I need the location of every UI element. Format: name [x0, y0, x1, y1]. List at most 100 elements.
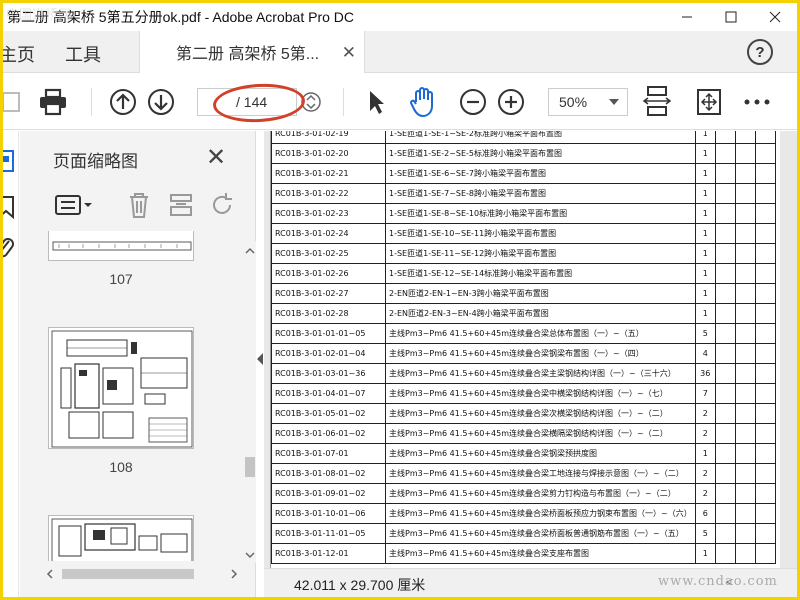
page-stepper-icon[interactable]: [295, 86, 327, 118]
full-screen-icon[interactable]: [693, 86, 725, 118]
drawing-title-cell: 主线Pm3~Pm6 41.5+60+45m连续叠合梁支座布置图: [385, 543, 696, 564]
table-row: RC01B-3-01-02-19 1-SE匝道1-SE-1~SE-2标准跨小箱梁平…: [271, 131, 776, 144]
empty-cell: [734, 283, 756, 304]
minimize-button[interactable]: [665, 3, 709, 31]
zoom-in-icon[interactable]: [495, 86, 527, 118]
thumbnail-scrollbar[interactable]: [244, 241, 256, 563]
page-total: / 144: [236, 94, 268, 110]
drawing-number-cell: RC01B-3-01-09-01~02: [271, 483, 386, 504]
empty-cell: [734, 243, 756, 264]
sheet-count-cell: 2: [694, 423, 716, 444]
extract-page-icon[interactable]: [168, 191, 194, 224]
page-number-input[interactable]: [202, 92, 232, 112]
document-tab[interactable]: 第二册 高架桥 5第... ✕: [139, 31, 365, 73]
drawing-title-cell: 2-EN匝道2-EN-3~EN-4跨小箱梁平面布置图: [385, 303, 696, 324]
thumbnail-options-icon[interactable]: [54, 193, 94, 222]
empty-cell: [754, 163, 776, 184]
sheet-count-cell: 36: [694, 363, 716, 384]
drawing-title-cell: 1-SE匝道1-SE-10~SE-11跨小箱梁平面布置图: [385, 223, 696, 244]
sheet-count-cell: 1: [694, 443, 716, 464]
toolbar-separator: [91, 88, 92, 116]
empty-cell: [714, 283, 736, 304]
table-row: RC01B-3-01-02-24 1-SE匝道1-SE-10~SE-11跨小箱梁平…: [271, 223, 776, 244]
sheet-count-cell: 5: [694, 523, 716, 544]
drawing-title-cell: 主线Pm3~Pm6 41.5+60+45m连续叠合梁次横梁钢结构详图（一）~（二…: [385, 403, 696, 424]
empty-cell: [734, 263, 756, 284]
zoom-value: 50%: [559, 94, 588, 110]
drawing-number-cell: RC01B-3-01-03-01~36: [271, 363, 386, 384]
thumbnail-label: 107: [109, 271, 133, 287]
main-toolbar: / 144 50%: [0, 74, 797, 130]
fit-width-icon[interactable]: [641, 86, 673, 118]
empty-cell: [714, 183, 736, 204]
rotate-page-icon[interactable]: [210, 191, 236, 224]
nav-home[interactable]: 主页: [0, 41, 35, 67]
drawing-number-cell: RC01B-3-01-12-01: [271, 543, 386, 564]
bookmark-icon[interactable]: [0, 195, 15, 224]
close-panel-icon[interactable]: ✕: [206, 143, 226, 172]
drawing-number-cell: RC01B-3-01-02-21: [271, 163, 386, 184]
page-number-box: / 144: [197, 88, 297, 116]
zoom-out-icon[interactable]: [457, 86, 489, 118]
thumbnail-horizontal-scrollbar[interactable]: [40, 567, 244, 581]
drawing-index-table: RC01B-3-01-02-19 1-SE匝道1-SE-1~SE-2标准跨小箱梁平…: [271, 131, 776, 564]
scrollbar-thumb[interactable]: [245, 457, 255, 477]
next-page-icon[interactable]: [145, 86, 177, 118]
table-row: RC01B-3-01-06-01~02 主线Pm3~Pm6 41.5+60+45m…: [271, 423, 776, 444]
drawing-title-cell: 主线Pm3~Pm6 41.5+60+45m连续叠合梁剪力钉构造与布置图（一）~（…: [385, 483, 696, 504]
maximize-button[interactable]: [709, 3, 753, 31]
table-row: RC01B-3-01-11-01~05 主线Pm3~Pm6 41.5+60+45m…: [271, 523, 776, 544]
empty-cell: [734, 403, 756, 424]
save-icon[interactable]: [0, 86, 27, 118]
page-thumbnail[interactable]: [48, 231, 194, 261]
attachment-icon[interactable]: [0, 235, 15, 266]
collapse-panel-arrow-icon[interactable]: [256, 352, 264, 366]
empty-cell: [714, 323, 736, 344]
horizontal-scrollbar-thumb[interactable]: [62, 569, 194, 579]
zoom-dropdown[interactable]: 50%: [548, 88, 628, 116]
empty-cell: [714, 383, 736, 404]
previous-page-icon[interactable]: [107, 86, 139, 118]
drawing-title-cell: 2-EN匝道2-EN-1~EN-3跨小箱梁平面布置图: [385, 283, 696, 304]
help-button[interactable]: ?: [747, 39, 773, 65]
drawing-number-cell: RC01B-3-01-02-22: [271, 183, 386, 204]
minimize-icon: [682, 16, 692, 18]
table-row: RC01B-3-01-10-01~06 主线Pm3~Pm6 41.5+60+45m…: [271, 503, 776, 524]
empty-cell: [734, 463, 756, 484]
drawing-title-cell: 主线Pm3~Pm6 41.5+60+45m连续叠合梁中横梁钢结构详图（一）~（七…: [385, 383, 696, 404]
thumbnail-label: 108: [109, 459, 133, 475]
page-thumbnails-icon[interactable]: [0, 149, 15, 178]
drawing-title-cell: 主线Pm3~Pm6 41.5+60+45m连续叠合梁钢梁预拱度图: [385, 443, 696, 464]
drawing-title-cell: 1-SE匝道1-SE-8~SE-10标准跨小箱梁平面布置图: [385, 203, 696, 224]
empty-cell: [734, 131, 756, 144]
hand-tool-icon[interactable]: [407, 86, 439, 118]
chevron-down-icon: [609, 99, 619, 105]
close-window-button[interactable]: [753, 3, 797, 31]
empty-cell: [754, 503, 776, 524]
drawing-number-cell: RC01B-3-01-07-01: [271, 443, 386, 464]
drawing-number-cell: RC01B-3-01-02-19: [271, 131, 386, 144]
empty-cell: [714, 263, 736, 284]
empty-cell: [734, 303, 756, 324]
drawing-title-cell: 主线Pm3~Pm6 41.5+60+45m连续叠合梁工地连接与焊接示意图（一）~…: [385, 463, 696, 484]
sheet-count-cell: 1: [694, 131, 716, 144]
drawing-title-cell: 1-SE匝道1-SE-7~SE-8跨小箱梁平面布置图: [385, 183, 696, 204]
page-thumbnail[interactable]: [48, 327, 194, 449]
nav-tools[interactable]: 工具: [65, 41, 101, 67]
more-options-icon[interactable]: [741, 86, 773, 118]
document-view[interactable]: RC01B-3-01-02-19 1-SE匝道1-SE-1~SE-2标准跨小箱梁平…: [264, 131, 797, 568]
sheet-count-cell: 2: [694, 463, 716, 484]
table-row: RC01B-3-01-02-21 1-SE匝道1-SE-6~SE-7跨小箱梁平面布…: [271, 163, 776, 184]
select-cursor-icon[interactable]: [359, 86, 391, 118]
close-tab-icon[interactable]: ✕: [342, 43, 356, 63]
table-row: RC01B-3-01-01-01~05 主线Pm3~Pm6 41.5+60+45m…: [271, 323, 776, 344]
print-icon[interactable]: [37, 86, 69, 118]
empty-cell: [734, 543, 756, 564]
empty-cell: [714, 303, 736, 324]
delete-page-icon[interactable]: [126, 191, 152, 224]
drawing-title-cell: 1-SE匝道1-SE-11~SE-12跨小箱梁平面布置图: [385, 243, 696, 264]
page-thumbnail[interactable]: [48, 515, 194, 561]
table-row: RC01B-3-01-03-01~36 主线Pm3~Pm6 41.5+60+45m…: [271, 363, 776, 384]
table-row: RC01B-3-01-02-25 1-SE匝道1-SE-11~SE-12跨小箱梁平…: [271, 243, 776, 264]
sheet-count-cell: 4: [694, 343, 716, 364]
